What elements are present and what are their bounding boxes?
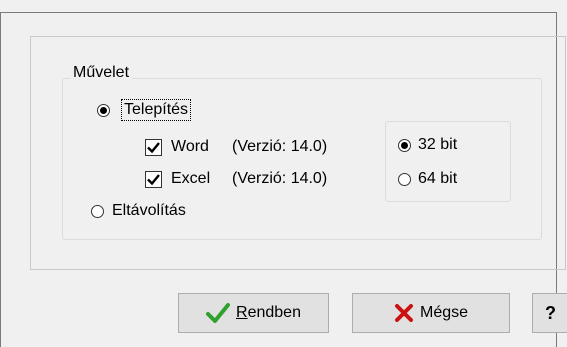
word-version: (Verzió: 14.0) [232,138,328,155]
radio-selected-dot [401,142,408,149]
word-label[interactable]: Word [171,137,209,157]
operation-group-title: Művelet [70,64,133,82]
help-button-label: ? [545,303,556,323]
ok-button[interactable]: Rendben [178,293,329,333]
install-radio[interactable] [97,104,110,117]
excel-label[interactable]: Excel [171,169,210,189]
cancel-button[interactable]: Mégse [352,293,510,333]
bit64-radio[interactable] [398,173,411,186]
green-checkmark-icon [206,303,231,323]
uninstall-label[interactable]: Eltávolítás [112,201,186,221]
bitness-groupbox [385,121,511,202]
bit64-label[interactable]: 64 bit [418,169,457,189]
uninstall-radio[interactable] [91,205,104,218]
help-button[interactable]: ? [532,293,567,333]
checkmark-icon [147,174,160,186]
radio-selected-dot [100,107,107,114]
excel-checkbox[interactable] [145,171,162,188]
excel-version: (Verzió: 14.0) [232,170,328,187]
install-label[interactable]: Telepítés [120,99,192,121]
bit32-radio[interactable] [398,139,411,152]
checkmark-icon [147,142,160,154]
red-x-icon [394,304,413,322]
cancel-button-label: Mégse [419,304,469,321]
word-checkbox[interactable] [145,139,162,156]
bit32-label[interactable]: 32 bit [418,135,457,155]
ok-button-label: Rendben [236,304,301,321]
